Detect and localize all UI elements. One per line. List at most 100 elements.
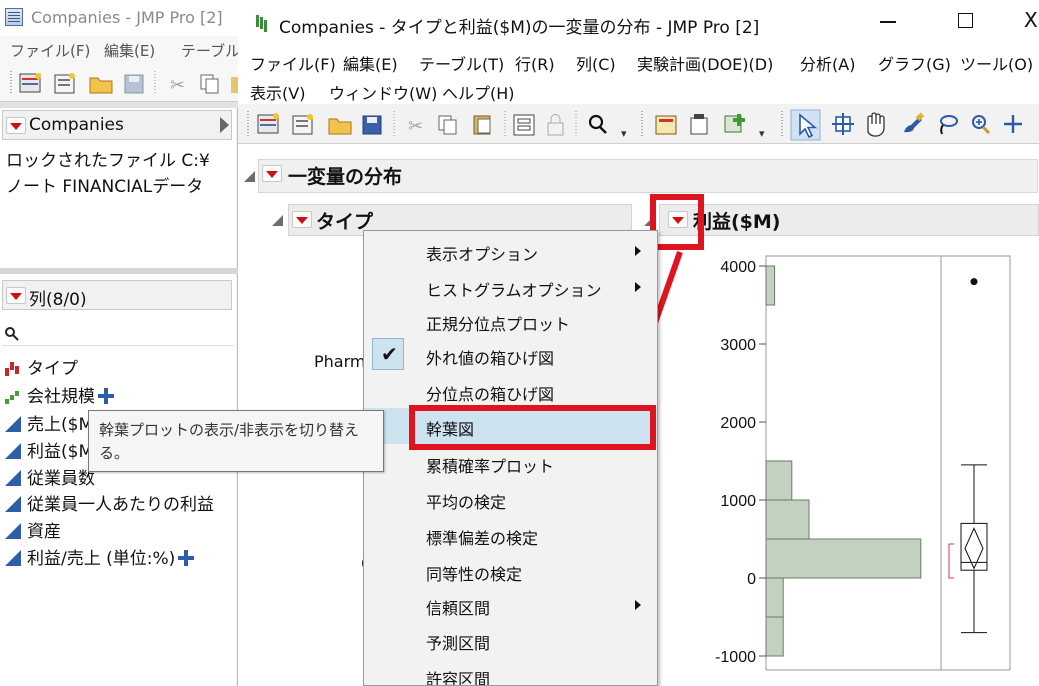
menu-tools[interactable]: ツール(O) — [960, 51, 1033, 75]
data-filter-icon[interactable] — [513, 114, 535, 136]
column-search-field[interactable] — [2, 318, 234, 346]
menu-item-normal-quantile-plot[interactable]: 正規分位点プロット — [364, 303, 657, 339]
ordinal-bar-icon — [4, 387, 22, 405]
checkmark-box: ✔ — [372, 338, 404, 370]
new-data-table-icon[interactable] — [257, 113, 279, 134]
new-script-icon[interactable] — [54, 73, 75, 94]
continuous-icon — [4, 415, 22, 433]
menu-item-tolerance-interval[interactable]: 許容区間 — [364, 658, 657, 685]
menu-item-tooltip: 幹葉プロットの表示/非表示を切り替える。 — [88, 410, 384, 472]
menu-item-test-std-dev[interactable]: 標準偏差の検定 — [364, 517, 657, 553]
open-folder-icon[interactable] — [89, 77, 113, 94]
main-window-title: Companies - タイプと利益($M)の一変量の分布 - JMP Pro … — [279, 18, 760, 38]
save-icon[interactable] — [362, 115, 382, 135]
add-report-icon[interactable] — [724, 114, 745, 133]
paste-icon[interactable] — [473, 115, 491, 135]
cut-icon[interactable]: ✂ — [170, 75, 185, 96]
menu-item-histogram-options[interactable]: ヒストグラムオプション — [364, 269, 657, 305]
menu-item-label: 外れ値の箱ひげ図 — [426, 349, 555, 368]
data-table-window-icon[interactable] — [655, 115, 677, 135]
menu-item-outlier-box-plot[interactable]: 外れ値の箱ひげ図 — [364, 337, 657, 373]
menu-table[interactable]: テーブル(T) — [419, 51, 504, 75]
menu-item-quantile-box-plot[interactable]: 分位点の箱ひげ図 — [364, 373, 657, 409]
column-item-assets[interactable]: 資産 — [4, 517, 61, 542]
menu-edit[interactable]: 編集(E) — [343, 51, 398, 75]
maximize-icon[interactable] — [958, 13, 973, 28]
column-item-type[interactable]: タイプ — [4, 354, 78, 379]
menu-cols[interactable]: 列(C) — [576, 51, 616, 75]
main-title-bar[interactable]: Companies - タイプと利益($M)の一変量の分布 - JMP Pro … — [238, 0, 1039, 46]
table-panel-title: Companies — [29, 115, 124, 135]
zoom-icon[interactable] — [972, 115, 991, 135]
menu-window[interactable]: ウィンドウ(W) — [329, 80, 437, 104]
menu-item-label: 信頼区間 — [426, 599, 491, 618]
column-label: タイプ — [27, 359, 78, 379]
column-label: 売上($M — [27, 415, 94, 435]
column-label: 会社規模 — [27, 387, 95, 407]
menu-item-test-equivalence[interactable]: 同等性の検定 — [364, 553, 657, 589]
crosshairs-plus-icon[interactable] — [1004, 115, 1022, 133]
crosshair-icon[interactable] — [832, 113, 854, 135]
menu-rows[interactable]: 行(R) — [515, 51, 555, 75]
column-item-sales[interactable]: 売上($M — [4, 410, 94, 435]
column-item-profit-per-employee[interactable]: 従業員一人あたりの利益 — [4, 490, 214, 515]
red-triangle-menu-icon[interactable] — [262, 165, 282, 182]
lock-icon[interactable] — [547, 114, 564, 136]
column-item-employees[interactable]: 従業員数 — [4, 464, 95, 489]
menu-help[interactable]: ヘルプ(H) — [442, 80, 515, 104]
back-menu-edit[interactable]: 編集(E) — [104, 40, 155, 61]
search-icon — [5, 327, 19, 341]
column-label: 従業員一人あたりの利益 — [27, 495, 214, 515]
column-item-profit[interactable]: 利益($M — [4, 437, 93, 462]
search-icon[interactable] — [588, 114, 607, 134]
minimize-icon[interactable] — [880, 21, 896, 23]
submenu-arrow-icon — [635, 246, 641, 256]
menu-item-label: 累積確率プロット — [426, 457, 555, 476]
journal-icon[interactable] — [690, 114, 708, 135]
menu-item-cdf-plot[interactable]: 累積確率プロット — [364, 445, 657, 481]
back-menu-table[interactable]: テーブル — [181, 40, 240, 61]
distribution-title: 一変量の分布 — [288, 166, 403, 188]
hand-icon[interactable] — [867, 112, 885, 137]
column-item-size[interactable]: 会社規模 — [4, 382, 114, 407]
menu-doe[interactable]: 実験計画(DOE)(D) — [637, 51, 773, 75]
chevron-down-icon[interactable]: ▾ — [621, 127, 627, 140]
back-toolbar: ✂ — [0, 64, 238, 102]
lasso-icon[interactable] — [940, 115, 958, 135]
menu-graph[interactable]: グラフ(G) — [878, 51, 951, 75]
cut-icon[interactable]: ✂ — [408, 116, 423, 137]
column-item-profit-ratio[interactable]: 利益/売上 (単位:%) — [4, 544, 195, 569]
red-triangle-menu-icon[interactable] — [6, 117, 26, 134]
table-locked-file-text: ロックされたファイル C:¥ — [6, 151, 210, 171]
save-icon[interactable] — [124, 74, 144, 94]
disclosure-icon[interactable] — [244, 171, 255, 182]
close-icon[interactable]: X — [1024, 10, 1038, 30]
copy-icon[interactable] — [200, 74, 219, 94]
open-folder-icon[interactable] — [328, 118, 352, 135]
back-title-bar[interactable]: Companies - JMP Pro [2] — [0, 0, 238, 36]
disclosure-icon[interactable] — [272, 215, 283, 226]
column-label: 資産 — [27, 522, 61, 542]
main-toolbar: ✂ ▾ ▾ — [238, 104, 1039, 144]
menu-item-prediction-interval[interactable]: 予測区間 — [364, 622, 657, 658]
chevron-down-icon[interactable]: ▾ — [759, 127, 765, 140]
back-menu-file[interactable]: ファイル(F) — [10, 40, 90, 61]
menu-item-display-options[interactable]: 表示オプション — [364, 233, 657, 269]
menu-item-test-mean[interactable]: 平均の検定 — [364, 481, 657, 517]
brush-icon[interactable] — [904, 112, 925, 133]
menu-file[interactable]: ファイル(F) — [250, 51, 336, 75]
distribution-app-icon — [256, 14, 270, 28]
red-triangle-menu-icon[interactable] — [292, 211, 312, 228]
panel-expand-icon[interactable] — [220, 117, 229, 133]
menu-analyze[interactable]: 分析(A) — [800, 51, 855, 75]
new-data-table-icon[interactable] — [19, 73, 41, 93]
menu-item-label: ヒストグラムオプション — [426, 281, 602, 300]
menu-item-confidence-interval[interactable]: 信頼区間 — [364, 587, 657, 623]
svg-text:▾: ▾ — [759, 127, 765, 140]
table-app-icon — [5, 8, 23, 26]
red-triangle-menu-icon[interactable] — [6, 287, 26, 304]
new-script-icon[interactable] — [292, 114, 313, 135]
copy-icon[interactable] — [438, 115, 457, 135]
highlight-box-red-triangle — [650, 194, 704, 250]
menu-view[interactable]: 表示(V) — [250, 80, 305, 104]
